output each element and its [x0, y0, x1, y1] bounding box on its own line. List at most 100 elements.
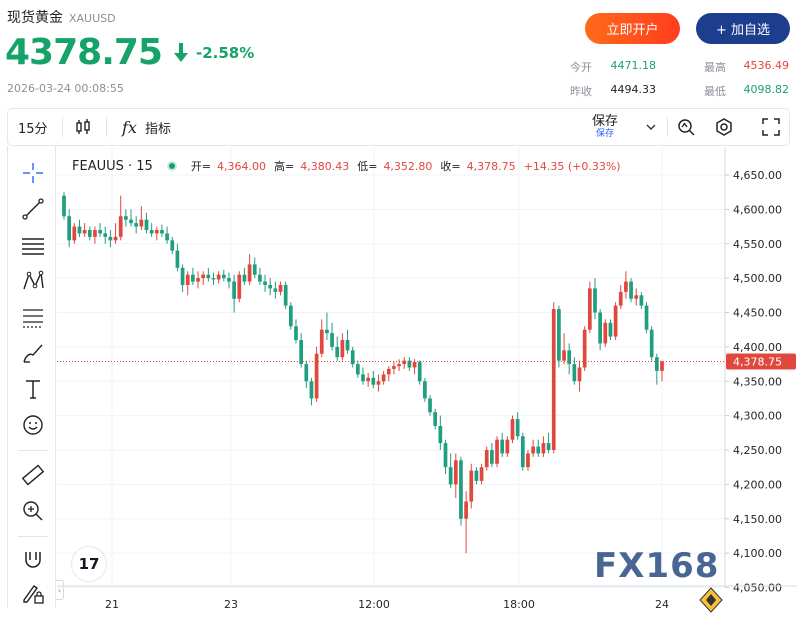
candle-body: [624, 281, 628, 292]
sina-logo: [699, 587, 723, 613]
candle-body: [87, 230, 92, 237]
candle-body: [154, 230, 159, 234]
candle-body: [113, 236, 118, 241]
candle-body: [263, 281, 267, 285]
candle-body: [191, 274, 195, 282]
y-tick-label: 4,500.00: [733, 272, 782, 285]
candle-body: [474, 470, 479, 481]
legend-high-key: 高=: [274, 160, 295, 173]
legend-change: +14.35 (+0.33%): [523, 159, 621, 173]
candle-body: [598, 312, 602, 344]
legend-open-key: 开=: [190, 160, 212, 173]
candle-body: [593, 288, 597, 313]
candle-body: [175, 250, 180, 268]
candle-body: [376, 381, 381, 385]
candle-body: [335, 346, 340, 358]
candle-body: [453, 460, 458, 485]
candle-body: [495, 439, 499, 464]
candle-body: [294, 326, 298, 340]
candle-body: [654, 357, 659, 371]
candle-body: [366, 377, 371, 382]
fx168-watermark: FX168: [594, 546, 720, 586]
candle-body: [304, 364, 309, 382]
candle-body: [134, 223, 139, 227]
candle-body: [247, 264, 252, 282]
legend-close-key: 收=: [440, 160, 461, 173]
candlestick-chart[interactable]: 4,650.00 4,600.00 4,550.00 4,500.00 4,450.00…: [0, 0, 797, 618]
candle-body: [273, 288, 278, 292]
legend-close: 4,378.75: [466, 159, 516, 173]
y-tick-label: 4,550.00: [733, 238, 782, 251]
candle-body: [160, 230, 164, 234]
candle-body: [227, 278, 231, 282]
candle-body: [72, 226, 77, 241]
candle-body: [211, 278, 216, 280]
candle-body: [397, 364, 401, 367]
candle-body: [340, 340, 345, 358]
y-tick-label: 4,450.00: [733, 307, 782, 320]
candle-body: [237, 274, 242, 299]
candle-body: [510, 419, 515, 440]
candle-body: [216, 274, 221, 280]
candle-body: [144, 219, 149, 230]
candle-body: [603, 322, 608, 344]
candle-body: [587, 288, 592, 330]
candle-body: [417, 362, 422, 382]
candle-body: [350, 350, 355, 365]
candle-body: [371, 377, 376, 385]
candle-body: [448, 467, 453, 485]
y-tick-label: 4,350.00: [733, 375, 782, 388]
candle-body: [185, 274, 190, 285]
last-price-label: 4,378.75: [733, 355, 782, 368]
candle-body: [660, 361, 664, 371]
candle-body: [433, 412, 438, 426]
candle-body: [278, 285, 283, 292]
candle-body: [649, 329, 654, 358]
candle-body: [232, 281, 236, 299]
candle-body: [345, 340, 350, 351]
candle-body: [309, 381, 314, 399]
candle-body: [314, 353, 319, 399]
candle-body: [546, 443, 551, 450]
y-tick-label: 4,150.00: [733, 513, 782, 526]
legend-symbol: FEAUUS · 15: [72, 158, 153, 174]
candle-body: [242, 274, 247, 282]
y-tick-label: 4,600.00: [733, 203, 782, 216]
candle-body: [124, 216, 128, 220]
candle-body: [484, 450, 489, 468]
candle-body: [319, 329, 324, 354]
candle-body: [634, 295, 639, 299]
candle-body: [479, 467, 484, 481]
legend-low: 4,352.80: [383, 159, 433, 173]
candle-body: [258, 274, 262, 282]
candle-body: [464, 501, 468, 519]
candle-body: [67, 216, 72, 241]
candle-body: [562, 350, 566, 361]
candle-body: [412, 362, 417, 368]
candle-body: [541, 443, 546, 454]
candle-body: [62, 195, 66, 217]
candle-body: [639, 295, 644, 306]
candle-body: [536, 446, 541, 454]
candle-body: [608, 322, 613, 337]
candle-body: [93, 230, 97, 237]
x-tick-label: 23: [224, 598, 238, 611]
y-tick-label: 4,100.00: [733, 547, 782, 560]
market-status-icon: [166, 161, 177, 171]
candle-body: [201, 274, 206, 279]
candle-body: [613, 305, 618, 337]
candle-body: [165, 233, 169, 241]
candle-body: [170, 240, 175, 251]
candle-body: [252, 264, 257, 275]
candle-body: [551, 309, 556, 450]
candle-body: [438, 425, 443, 444]
candle-body: [469, 470, 474, 502]
candle-body: [283, 285, 288, 306]
candle-body: [531, 446, 535, 454]
tradingview-logo[interactable]: 17: [72, 547, 106, 581]
candle-body: [629, 281, 633, 299]
candle-body: [206, 274, 211, 279]
legend-high: 4,380.43: [300, 159, 350, 173]
candle-body: [221, 274, 226, 279]
candle-body: [118, 216, 123, 237]
